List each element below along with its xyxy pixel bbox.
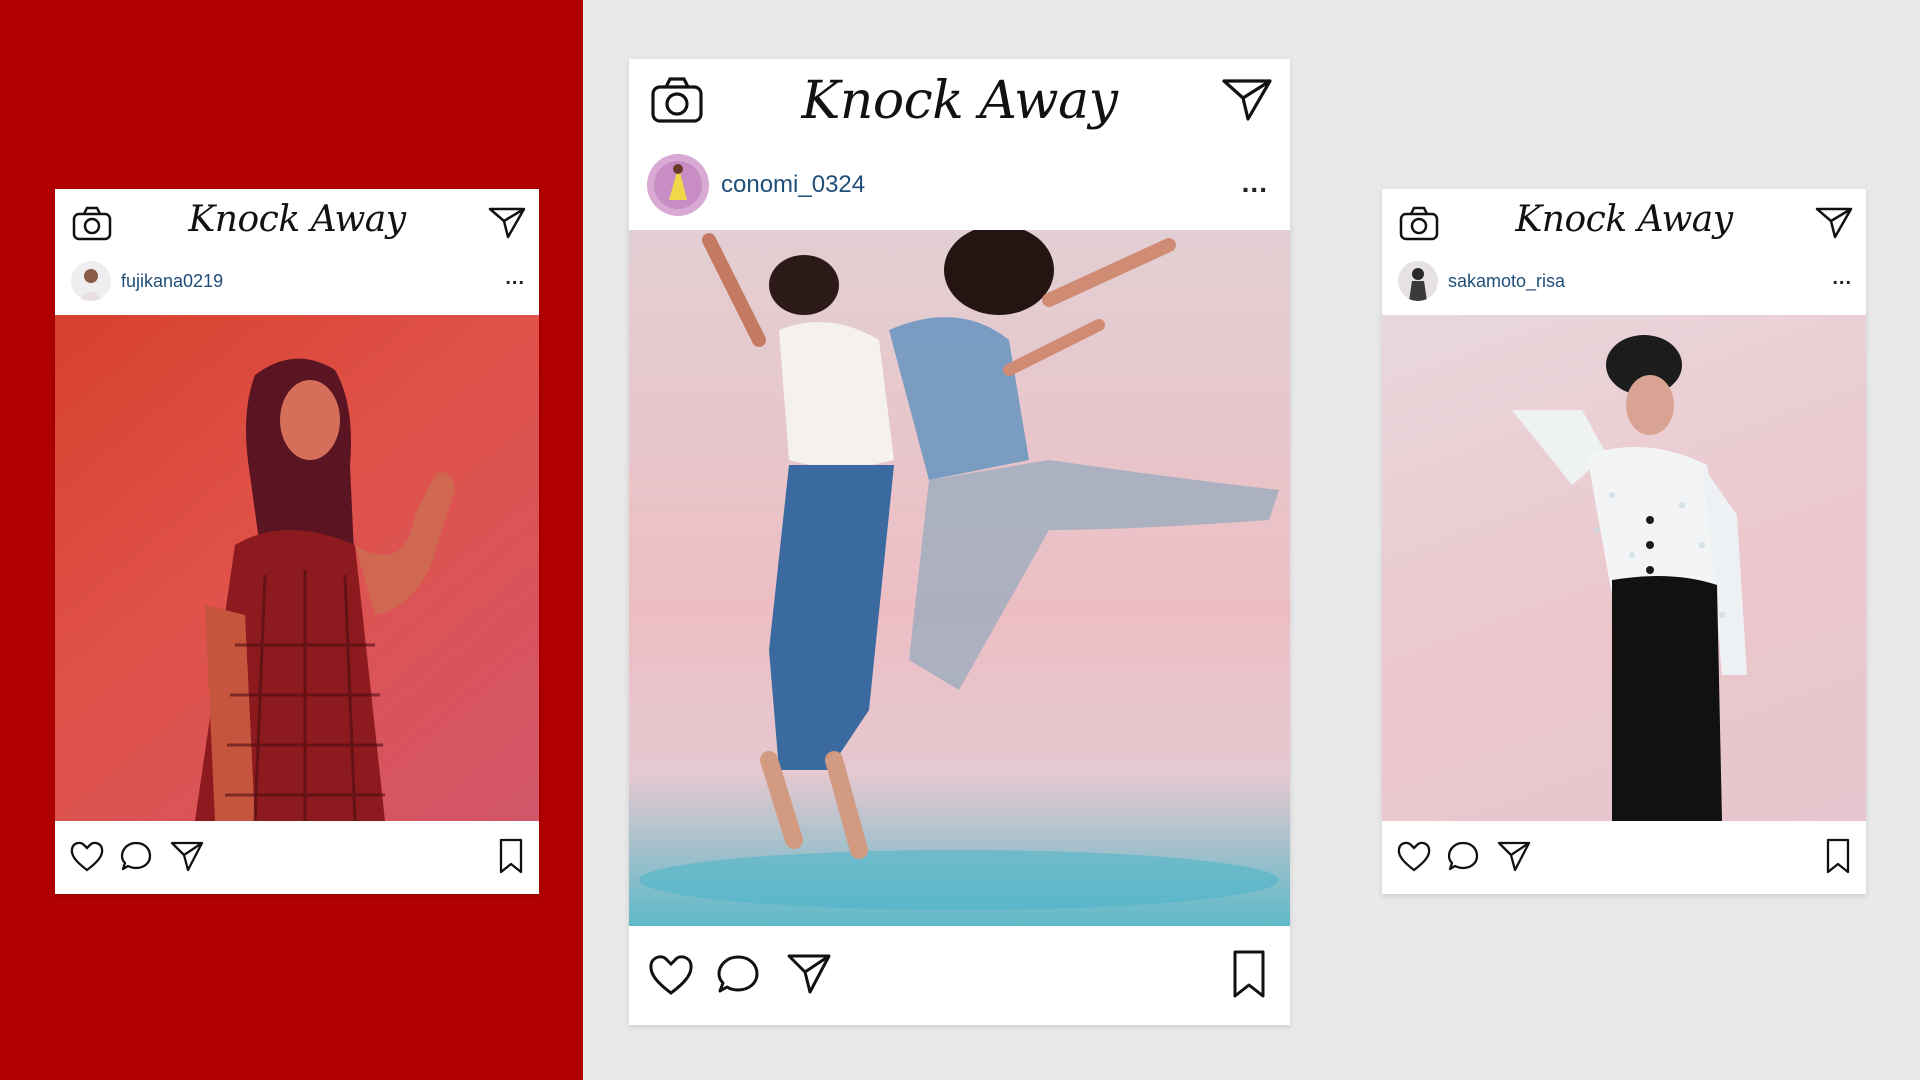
- brand-logo: Knock Away: [188, 199, 406, 240]
- post-photo[interactable]: [55, 315, 539, 821]
- post-user-row: conomi_0324: [629, 153, 1290, 217]
- more-icon[interactable]: ...: [505, 267, 525, 290]
- comment-icon[interactable]: [119, 839, 153, 873]
- bookmark-icon[interactable]: [497, 837, 525, 875]
- post-photo[interactable]: [629, 230, 1290, 926]
- post-card-sakamoto_risa: Knock Away sakamoto_risa ...: [1382, 189, 1866, 894]
- bookmark-icon[interactable]: [1824, 837, 1852, 875]
- post-card-fujikana0219: Knock Away fujikana0219 ...: [55, 189, 539, 894]
- username-link[interactable]: sakamoto_risa: [1448, 271, 1565, 292]
- post-actions: [629, 926, 1290, 1025]
- post-actions: [55, 821, 539, 894]
- more-icon[interactable]: ...: [1242, 167, 1268, 199]
- dancers-figure-image: [639, 230, 1279, 910]
- model-figure-image: [195, 358, 455, 821]
- post-actions: [1382, 821, 1866, 894]
- username-link[interactable]: fujikana0219: [121, 271, 223, 292]
- avatar[interactable]: [71, 261, 111, 301]
- heart-icon[interactable]: [647, 952, 695, 996]
- post-card-conomi_0324: Knock Away conomi_0324 ...: [629, 59, 1290, 1025]
- heart-icon[interactable]: [1396, 839, 1432, 873]
- post-photo[interactable]: [1382, 315, 1866, 821]
- send-icon[interactable]: [487, 203, 527, 241]
- brand-logo: Knock Away: [1515, 199, 1733, 240]
- comment-icon[interactable]: [1446, 839, 1480, 873]
- comment-icon[interactable]: [715, 952, 761, 996]
- brand-logo: Knock Away: [801, 71, 1118, 131]
- share-icon[interactable]: [1496, 839, 1532, 873]
- send-icon[interactable]: [1220, 73, 1274, 125]
- bookmark-icon[interactable]: [1230, 948, 1268, 1000]
- share-icon[interactable]: [169, 839, 205, 873]
- post-user-row: fujikana0219: [55, 259, 539, 303]
- model-figure-image: [1512, 335, 1747, 821]
- avatar[interactable]: [1398, 261, 1438, 301]
- more-icon[interactable]: ...: [1832, 267, 1852, 290]
- send-icon[interactable]: [1814, 203, 1854, 241]
- avatar[interactable]: [647, 154, 709, 216]
- post-user-row: sakamoto_risa: [1382, 259, 1866, 303]
- share-icon[interactable]: [785, 950, 833, 996]
- heart-icon[interactable]: [69, 839, 105, 873]
- username-link[interactable]: conomi_0324: [721, 171, 865, 199]
